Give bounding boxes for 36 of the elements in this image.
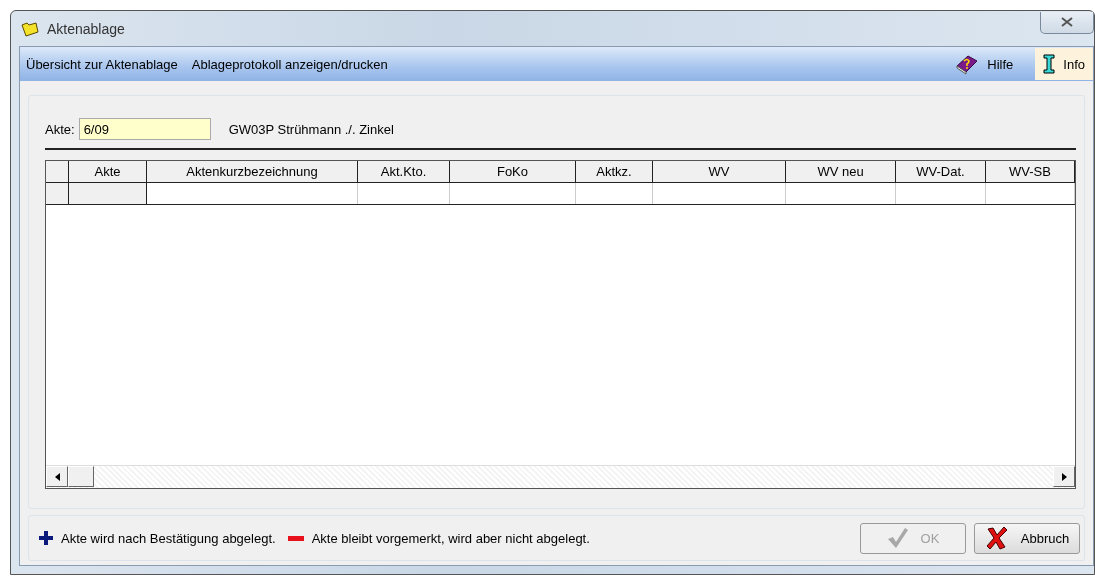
field-label: Akte: bbox=[45, 121, 75, 137]
column-header[interactable]: WV-Dat. bbox=[896, 161, 986, 182]
akte-field[interactable]: 6/09 bbox=[78, 118, 211, 140]
cancel-button[interactable]: Abbruch bbox=[974, 522, 1080, 554]
text-cursor-icon bbox=[1043, 54, 1056, 74]
legend-text: Akte bleibt vorgemerkt, wird aber nicht abgelegt. bbox=[311, 530, 590, 546]
column-header[interactable]: Akt.Kto. bbox=[358, 161, 450, 182]
menu-item[interactable]: Ablageprotokoll anzeigen/drucken bbox=[191, 56, 388, 72]
scrollbar-thumb[interactable] bbox=[68, 466, 94, 487]
info-button[interactable]: Info bbox=[1035, 48, 1093, 80]
right-arrow-icon bbox=[1061, 472, 1067, 481]
column-header[interactable]: WV-SB bbox=[986, 161, 1075, 182]
column-header[interactable]: Akte bbox=[69, 161, 147, 182]
column-header[interactable]: WV bbox=[653, 161, 786, 182]
help-button[interactable]: Hilfe bbox=[947, 48, 1022, 80]
column-header[interactable]: Aktkz. bbox=[576, 161, 653, 182]
checkmark-icon bbox=[886, 527, 909, 549]
row-header[interactable] bbox=[46, 183, 69, 204]
minus-icon bbox=[287, 535, 304, 541]
legend-text: Akte wird nach Bestätigung abgelegt. bbox=[61, 530, 276, 546]
menu-item[interactable]: Übersicht zur Aktenablage bbox=[26, 56, 178, 72]
scroll-right-button[interactable] bbox=[1053, 466, 1075, 487]
close-icon bbox=[1061, 17, 1073, 27]
file-description: GW03P Strühmann ./. Zinkel bbox=[228, 121, 394, 137]
table-cell[interactable] bbox=[69, 183, 147, 204]
window-title: Aktenablage bbox=[47, 20, 126, 37]
folder-icon bbox=[21, 20, 39, 37]
scroll-left-button[interactable] bbox=[46, 466, 68, 487]
help-book-icon bbox=[955, 53, 980, 75]
column-header[interactable]: Aktenkurzbezeichnung bbox=[147, 161, 358, 182]
x-icon bbox=[984, 526, 1009, 550]
close-button[interactable] bbox=[1040, 11, 1094, 34]
column-header[interactable]: WV neu bbox=[786, 161, 896, 182]
left-arrow-icon bbox=[54, 472, 60, 481]
plus-icon bbox=[39, 531, 53, 545]
column-header[interactable]: FoKo bbox=[450, 161, 576, 182]
